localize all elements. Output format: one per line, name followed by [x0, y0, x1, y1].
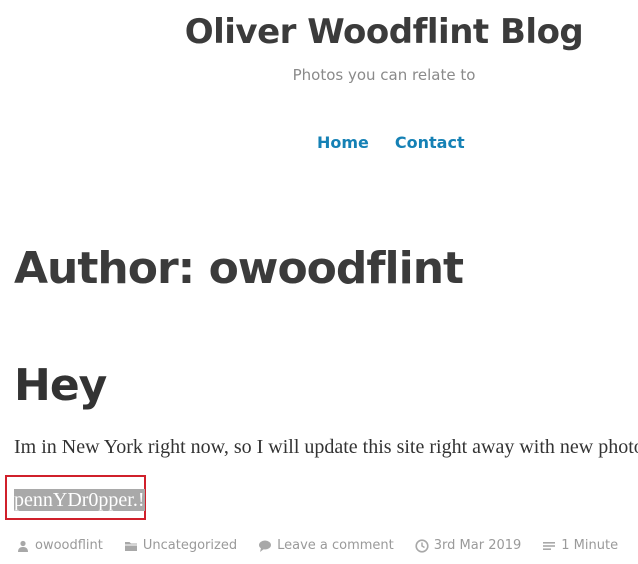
meta-comments: Leave a comment	[258, 538, 394, 553]
folder-icon	[124, 541, 137, 551]
comment-icon	[259, 540, 272, 552]
site-title[interactable]: Oliver Woodflint Blog	[0, 12, 638, 52]
leave-comment-link[interactable]: Leave a comment	[277, 538, 394, 553]
user-icon	[18, 540, 28, 552]
meta-read-time-text: 1 Minute	[561, 538, 619, 553]
meta-category: Uncategorized	[124, 538, 237, 553]
meta-date-link[interactable]: 3rd Mar 2019	[434, 538, 522, 553]
meta-author: owoodflint	[16, 538, 103, 553]
list-icon	[543, 541, 556, 550]
post-title[interactable]: Hey	[14, 360, 107, 411]
meta-author-link[interactable]: owoodflint	[35, 538, 103, 553]
site-description: Photos you can relate to	[292, 66, 476, 84]
meta-category-link[interactable]: Uncategorized	[143, 538, 237, 553]
meta-read-time: 1 Minute	[542, 538, 618, 553]
archive-title: Author: owoodflint	[14, 243, 464, 294]
meta-date: 3rd Mar 2019	[415, 538, 522, 553]
clock-icon	[415, 538, 429, 553]
nav-item-home[interactable]: Home	[317, 133, 369, 152]
post-body: Im in New York right now, so I will upda…	[14, 436, 638, 458]
main-navigation: Home Contact	[317, 133, 465, 152]
nav-item-contact[interactable]: Contact	[395, 133, 465, 152]
post-meta: owoodflint Uncategorized Leave a comment	[16, 538, 638, 553]
selected-text[interactable]: pennYDr0pper.!	[14, 489, 145, 511]
